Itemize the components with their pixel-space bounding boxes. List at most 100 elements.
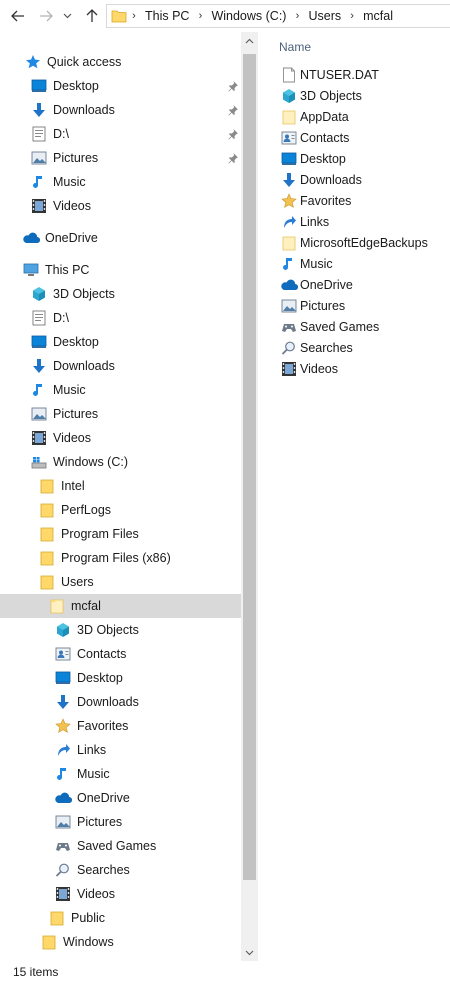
folder-icon	[38, 573, 56, 591]
nav-quick-downloads[interactable]: Downloads	[0, 98, 241, 122]
nav-pc-d[interactable]: D:\	[0, 306, 241, 330]
breadcrumb-separator[interactable]: ›	[127, 10, 141, 22]
file-item-appdata[interactable]: AppData	[280, 106, 349, 127]
file-item-desktop[interactable]: Desktop	[280, 148, 346, 169]
pin-icon[interactable]	[227, 152, 239, 164]
nav-user-pictures[interactable]: Pictures	[0, 810, 241, 834]
folder-light-icon	[280, 108, 298, 126]
nav-quick-music[interactable]: Music	[0, 170, 241, 194]
nav-folder-program-files-x86[interactable]: Program Files (x86)	[0, 546, 241, 570]
folder-light-icon	[280, 234, 298, 252]
contacts-icon	[54, 645, 72, 663]
nav-pc-desktop[interactable]: Desktop	[0, 330, 241, 354]
nav-pc-videos[interactable]: Videos	[0, 426, 241, 450]
nav-quick-videos[interactable]: Videos	[0, 194, 241, 218]
file-item-videos[interactable]: Videos	[280, 358, 338, 379]
file-item-links[interactable]: Links	[280, 211, 329, 232]
file-item-favorites[interactable]: Favorites	[280, 190, 351, 211]
breadcrumb-separator[interactable]: ›	[193, 10, 207, 22]
desktop-icon	[280, 150, 298, 168]
nav-label: Program Files	[61, 527, 139, 541]
folder-icon	[40, 933, 58, 951]
nav-onedrive[interactable]: OneDrive	[0, 226, 241, 250]
nav-label: 3D Objects	[77, 623, 139, 637]
nav-pc-pictures[interactable]: Pictures	[0, 402, 241, 426]
nav-quick-access[interactable]: Quick access	[0, 50, 241, 74]
nav-pc-music[interactable]: Music	[0, 378, 241, 402]
file-name: Desktop	[300, 151, 346, 166]
nav-label: Downloads	[77, 695, 139, 709]
searches-icon	[54, 861, 72, 879]
breadcrumb-windows-c[interactable]: Windows (C:)	[207, 9, 290, 23]
links-icon	[54, 741, 72, 759]
quick-access-star-icon	[24, 53, 42, 71]
nav-label: Music	[77, 767, 110, 781]
nav-user-searches[interactable]: Searches	[0, 858, 241, 882]
up-button[interactable]	[82, 6, 102, 26]
nav-user-contacts[interactable]: Contacts	[0, 642, 241, 666]
recent-locations-button[interactable]	[60, 6, 74, 26]
pin-icon[interactable]	[227, 104, 239, 116]
file-item-saved-games[interactable]: Saved Games	[280, 316, 379, 337]
nav-folder-program-files[interactable]: Program Files	[0, 522, 241, 546]
videos-icon	[280, 360, 298, 378]
nav-user-favorites[interactable]: Favorites	[0, 714, 241, 738]
navigation-pane: Quick access Desktop Downloads D:\ Pictures…	[0, 32, 258, 961]
downloads-icon	[30, 357, 48, 375]
column-header-name[interactable]: Name	[279, 40, 311, 54]
nav-user-music[interactable]: Music	[0, 762, 241, 786]
nav-user-videos[interactable]: Videos	[0, 882, 241, 906]
nav-folder-public[interactable]: Public	[0, 906, 241, 930]
file-item-onedrive[interactable]: OneDrive	[280, 274, 353, 295]
file-item-music[interactable]: Music	[280, 253, 333, 274]
nav-label: Searches	[77, 863, 130, 877]
pin-icon[interactable]	[227, 80, 239, 92]
nav-quick-desktop[interactable]: Desktop	[0, 74, 241, 98]
file-item-downloads[interactable]: Downloads	[280, 169, 362, 190]
nav-pc-3d-objects[interactable]: 3D Objects	[0, 282, 241, 306]
nav-user-onedrive[interactable]: OneDrive	[0, 786, 241, 810]
nav-user-mcfal[interactable]: mcfal	[0, 594, 241, 618]
nav-folder-users[interactable]: Users	[0, 570, 241, 594]
address-bar[interactable]: › This PC › Windows (C:) › Users › mcfal	[106, 4, 450, 28]
nav-label: OneDrive	[77, 791, 130, 805]
back-arrow-icon	[11, 10, 24, 22]
breadcrumb-users[interactable]: Users	[304, 9, 345, 23]
file-item-ntuser-dat[interactable]: NTUSER.DAT	[280, 64, 379, 85]
nav-quick-d[interactable]: D:\	[0, 122, 241, 146]
nav-scrollbar[interactable]	[241, 32, 258, 961]
nav-quick-pictures[interactable]: Pictures	[0, 146, 241, 170]
chevron-up-icon	[245, 38, 254, 43]
drive-icon	[30, 125, 48, 143]
nav-user-downloads[interactable]: Downloads	[0, 690, 241, 714]
scrollbar-thumb[interactable]	[243, 54, 256, 880]
scroll-up-button[interactable]	[241, 32, 258, 49]
scroll-down-button[interactable]	[241, 944, 258, 961]
nav-user-3d-objects[interactable]: 3D Objects	[0, 618, 241, 642]
file-item-searches[interactable]: Searches	[280, 337, 353, 358]
saved-games-icon	[280, 318, 298, 336]
nav-user-links[interactable]: Links	[0, 738, 241, 762]
nav-pc-downloads[interactable]: Downloads	[0, 354, 241, 378]
breadcrumb-separator[interactable]: ›	[345, 10, 359, 22]
nav-this-pc[interactable]: This PC	[0, 258, 241, 282]
nav-user-saved-games[interactable]: Saved Games	[0, 834, 241, 858]
back-button[interactable]	[8, 6, 28, 26]
breadcrumb-separator[interactable]: ›	[290, 10, 304, 22]
file-item-contacts[interactable]: Contacts	[280, 127, 349, 148]
nav-folder-intel[interactable]: Intel	[0, 474, 241, 498]
pin-icon[interactable]	[227, 128, 239, 140]
nav-folder-perflogs[interactable]: PerfLogs	[0, 498, 241, 522]
file-item-3d-objects[interactable]: 3D Objects	[280, 85, 362, 106]
breadcrumb-mcfal[interactable]: mcfal	[359, 9, 397, 23]
nav-folder-windows[interactable]: Windows	[0, 930, 241, 954]
file-item-pictures[interactable]: Pictures	[280, 295, 345, 316]
forward-button[interactable]	[36, 6, 56, 26]
nav-pc-windows-c[interactable]: Windows (C:)	[0, 450, 241, 474]
nav-user-desktop[interactable]: Desktop	[0, 666, 241, 690]
breadcrumb-this-pc[interactable]: This PC	[141, 9, 193, 23]
nav-label: Intel	[61, 479, 85, 493]
file-item-microsoftedgebackups[interactable]: MicrosoftEdgeBackups	[280, 232, 428, 253]
contacts-icon	[280, 129, 298, 147]
file-name: AppData	[300, 109, 349, 124]
